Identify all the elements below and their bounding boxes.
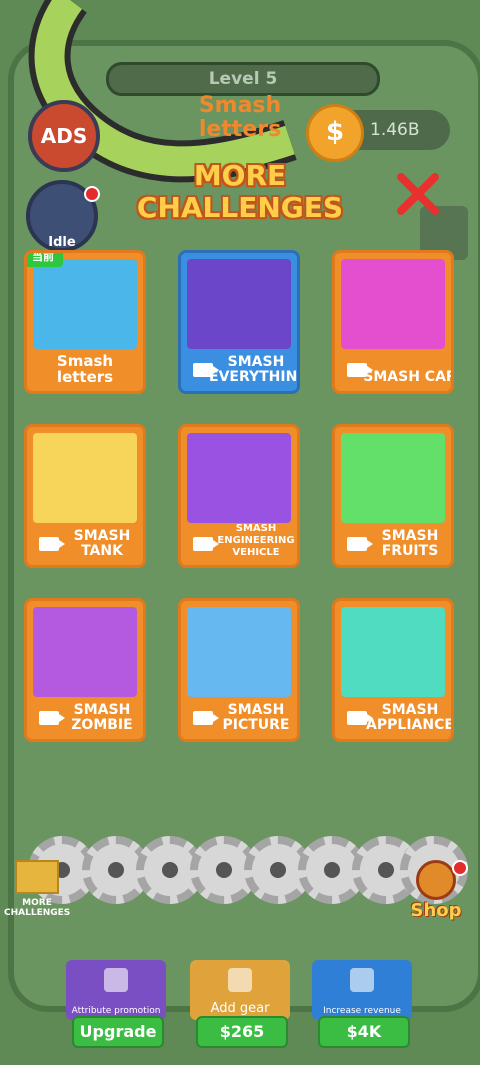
challenge-label: Smash letters (56, 352, 114, 386)
gear-plus-icon (228, 968, 252, 992)
more-challenges-button[interactable]: MORE CHALLENGES (4, 860, 70, 918)
notification-dot (452, 860, 468, 876)
more-challenges-label: MORE CHALLENGES (4, 898, 71, 918)
challenge-card-smash-car[interactable]: SMASH CAR (332, 250, 454, 394)
challenge-card-smash-appliance[interactable]: SMASH APPLIANCE (332, 598, 454, 742)
challenge-picture (187, 259, 291, 349)
challenge-picture (187, 433, 291, 523)
coin-icon: $ (306, 104, 364, 162)
challenge-card-smash-zombie[interactable]: SMASH ZOMBIE (24, 598, 146, 742)
challenge-label: SMASH EVERYTHING (209, 354, 300, 385)
shop-label: Shop (410, 900, 462, 921)
challenge-card-smash-engineering-vehicle[interactable]: SMASH ENGINEERING VEHICLE (178, 424, 300, 568)
castle-icon (15, 860, 59, 894)
challenge-picture (341, 607, 445, 697)
coin-value: 1.46B (370, 120, 420, 140)
idle-label: Idle (48, 235, 76, 250)
upgrade-button[interactable]: Upgrade (72, 1016, 164, 1048)
challenge-label: SMASH FRUITS (381, 528, 439, 559)
challenge-label: SMASH TANK (73, 528, 131, 559)
challenge-picture (187, 607, 291, 697)
challenge-card-smash-letters[interactable]: 当前 Smash letters (24, 250, 146, 394)
upgrade-title: Attribute promotion (71, 1006, 161, 1016)
increase-revenue-panel: Increase revenue $4K (312, 960, 412, 1050)
close-icon[interactable] (392, 168, 444, 220)
challenge-picture (33, 259, 137, 349)
mode-title: Smash letters (198, 93, 282, 142)
level-bar: Level 5 (106, 62, 380, 96)
challenge-label: SMASH ENGINEERING VEHICLE (217, 523, 295, 558)
shop-button[interactable]: Shop (408, 860, 468, 921)
challenge-label: SMASH ZOMBIE (71, 702, 133, 733)
dialog-title: MORE CHALLENGES (136, 159, 344, 224)
challenge-picture (341, 259, 445, 349)
notification-dot (84, 186, 100, 202)
challenge-picture (33, 607, 137, 697)
add-gear-button[interactable]: $265 (196, 1016, 288, 1048)
upgrade-tile: Attribute promotion (66, 960, 166, 1020)
challenge-picture (33, 433, 137, 523)
upgrade-attribute-panel: Attribute promotion Upgrade (66, 960, 166, 1050)
add-gear-panel: Add gear $265 (190, 960, 290, 1050)
challenge-card-smash-tank[interactable]: SMASH TANK (24, 424, 146, 568)
challenge-card-smash-picture[interactable]: SMASH PICTURE (178, 598, 300, 742)
challenge-card-smash-fruits[interactable]: SMASH FRUITS (332, 424, 454, 568)
challenge-card-smash-everything[interactable]: SMASH EVERYTHING (178, 250, 300, 394)
increase-revenue-button[interactable]: $4K (318, 1016, 410, 1048)
challenge-label: SMASH CAR (363, 369, 454, 385)
upgrade-title: Increase revenue (323, 1006, 401, 1016)
gear-row (28, 826, 468, 916)
shop-gear-icon (416, 860, 456, 900)
bar-chart-icon (104, 968, 128, 992)
revenue-icon (350, 968, 374, 992)
current-badge: 当前 (27, 253, 63, 267)
coin-counter: $ 1.46B (306, 104, 450, 162)
challenge-picture (341, 433, 445, 523)
ads-button[interactable]: ADS (28, 100, 100, 172)
challenge-label: SMASH PICTURE (222, 702, 290, 733)
upgrade-title: Add gear (210, 1001, 270, 1016)
challenge-label: SMASH APPLIANCE (366, 702, 454, 733)
idle-button[interactable]: Idle (26, 180, 100, 252)
upgrade-tile: Add gear (190, 960, 290, 1020)
upgrade-tile: Increase revenue (312, 960, 412, 1020)
